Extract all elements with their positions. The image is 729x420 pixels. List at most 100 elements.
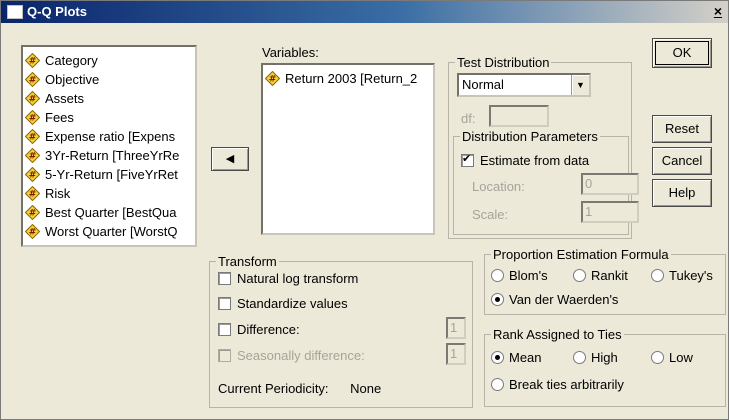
scale-variable-icon: # [265, 71, 280, 86]
list-item[interactable]: #3Yr-Return [ThreeYrRe [23, 146, 195, 165]
list-item[interactable]: # Return 2003 [Return_2 [263, 69, 433, 88]
location-input[interactable]: 0 [581, 173, 639, 195]
svg-text:#: # [29, 190, 37, 200]
checkbox-icon[interactable] [218, 323, 231, 337]
checkbox-disabled-icon[interactable] [218, 349, 231, 363]
svg-text:#: # [29, 152, 37, 162]
svg-text:#: # [29, 228, 37, 238]
qq-plots-dialog: Q-Q Plots × # Category # Objective # Assets # F… [0, 0, 729, 420]
list-item[interactable]: # Risk [23, 184, 195, 203]
standardize-label: Standardize values [237, 296, 348, 311]
svg-text:#: # [29, 171, 37, 181]
rank-ties-legend: Rank Assigned to Ties [493, 327, 622, 342]
bloms-label: Blom's [509, 268, 548, 283]
seasonal-difference-checkbox[interactable]: Seasonally difference: [218, 348, 365, 363]
svg-text:#: # [29, 95, 37, 105]
list-item[interactable]: # Objective [23, 70, 195, 89]
variable-name: Return 2003 [Return_2 [285, 71, 418, 86]
radio-icon[interactable] [491, 269, 504, 283]
test-distribution-legend: Test Distribution [457, 55, 550, 70]
radio-tukeys[interactable]: Tukey's [651, 268, 713, 283]
checkbox-icon[interactable] [218, 297, 231, 311]
radio-mean[interactable]: Mean [491, 350, 542, 365]
radio-selected-icon[interactable] [491, 351, 504, 365]
list-item[interactable]: # Best Quarter [BestQua [23, 203, 195, 222]
svg-text:#: # [269, 75, 277, 85]
natural-log-checkbox[interactable]: Natural log transform [218, 271, 358, 286]
variable-name: Fees [45, 110, 74, 125]
difference-label: Difference: [237, 322, 300, 337]
chevron-down-icon[interactable]: ▼ [571, 75, 589, 95]
distribution-select[interactable]: Normal ▼ [457, 73, 591, 97]
svg-text:#: # [29, 133, 37, 143]
scale-variable-icon: # [25, 72, 40, 87]
scale-variable-icon: # [25, 53, 40, 68]
variable-name: Worst Quarter [WorstQ [45, 224, 178, 239]
svg-text:#: # [29, 76, 37, 86]
scale-variable-icon: # [25, 186, 40, 201]
break-ties-label: Break ties arbitrarily [509, 377, 624, 392]
list-item[interactable]: # Fees [23, 108, 195, 127]
transform-legend: Transform [218, 254, 277, 269]
checkbox-icon[interactable] [218, 272, 231, 286]
radio-bloms[interactable]: Blom's [491, 268, 548, 283]
radio-icon[interactable] [651, 351, 664, 365]
estimate-from-data-checkbox[interactable]: Estimate from data [461, 152, 590, 168]
scale-variable-icon: # [25, 91, 40, 106]
variable-name: Risk [45, 186, 71, 201]
distribution-parameters-legend: Distribution Parameters [462, 129, 598, 144]
close-icon[interactable]: × [714, 3, 722, 19]
radio-icon[interactable] [573, 351, 586, 365]
difference-input[interactable]: 1 [446, 317, 466, 339]
list-item[interactable]: # Category [23, 51, 195, 70]
variable-name: 5-Yr-Return [FiveYrRet [45, 167, 178, 182]
radio-icon[interactable] [573, 269, 586, 283]
seasonal-input[interactable]: 1 [446, 343, 466, 365]
cancel-button[interactable]: Cancel [652, 147, 712, 175]
scale-variable-icon: # [25, 148, 40, 163]
move-variable-button[interactable]: ◀ [211, 147, 249, 171]
scale-variable-icon: # [25, 129, 40, 144]
source-variable-list[interactable]: # Category # Objective # Assets # Fees # Expense … [21, 45, 197, 247]
mean-label: Mean [509, 350, 542, 365]
estimate-label: Estimate from data [480, 153, 590, 168]
scale-variable-icon: # [25, 110, 40, 125]
radio-high[interactable]: High [573, 350, 618, 365]
list-item[interactable]: # Expense ratio [Expens [23, 127, 195, 146]
list-item[interactable]: # Assets [23, 89, 195, 108]
scale-input[interactable]: 1 [581, 201, 639, 223]
scale-variable-icon: # [25, 224, 40, 239]
variables-label: Variables: [262, 45, 319, 60]
svg-text:#: # [29, 114, 37, 124]
radio-icon[interactable] [651, 269, 664, 283]
distribution-selected: Normal [462, 77, 504, 92]
variable-name: Assets [45, 91, 85, 106]
current-periodicity: Current Periodicity: None [218, 381, 381, 396]
reset-button[interactable]: Reset [652, 115, 712, 143]
radio-icon[interactable] [491, 378, 504, 392]
radio-selected-icon[interactable] [491, 293, 504, 307]
radio-rankit[interactable]: Rankit [573, 268, 628, 283]
df-input[interactable] [489, 105, 549, 127]
variable-name: Category [45, 53, 98, 68]
radio-van-der-waerdens[interactable]: Van der Waerden's [491, 292, 618, 307]
help-button[interactable]: Help [652, 179, 712, 207]
list-item[interactable]: # Worst Quarter [WorstQ [23, 222, 195, 241]
standardize-checkbox[interactable]: Standardize values [218, 296, 348, 311]
natural-log-label: Natural log transform [237, 271, 359, 286]
radio-low[interactable]: Low [651, 350, 693, 365]
checkbox-checked-icon[interactable] [461, 152, 474, 168]
test-variable-list[interactable]: # Return 2003 [Return_2 [261, 63, 435, 235]
scale-variable-icon: # [25, 205, 40, 220]
variable-name: Objective [45, 72, 100, 87]
difference-checkbox[interactable]: Difference: [218, 322, 300, 337]
list-item[interactable]: #5-Yr-Return [FiveYrRet [23, 165, 195, 184]
variable-name: Expense ratio [Expens [45, 129, 176, 144]
periodicity-value: None [350, 381, 382, 396]
radio-break-ties[interactable]: Break ties arbitrarily [491, 377, 624, 392]
svg-text:#: # [29, 209, 37, 219]
ok-button[interactable]: OK [652, 38, 712, 68]
variable-name: Best Quarter [BestQua [45, 205, 177, 220]
periodicity-label: Current Periodicity: [218, 381, 329, 396]
title-bar[interactable]: Q-Q Plots × [1, 1, 728, 23]
